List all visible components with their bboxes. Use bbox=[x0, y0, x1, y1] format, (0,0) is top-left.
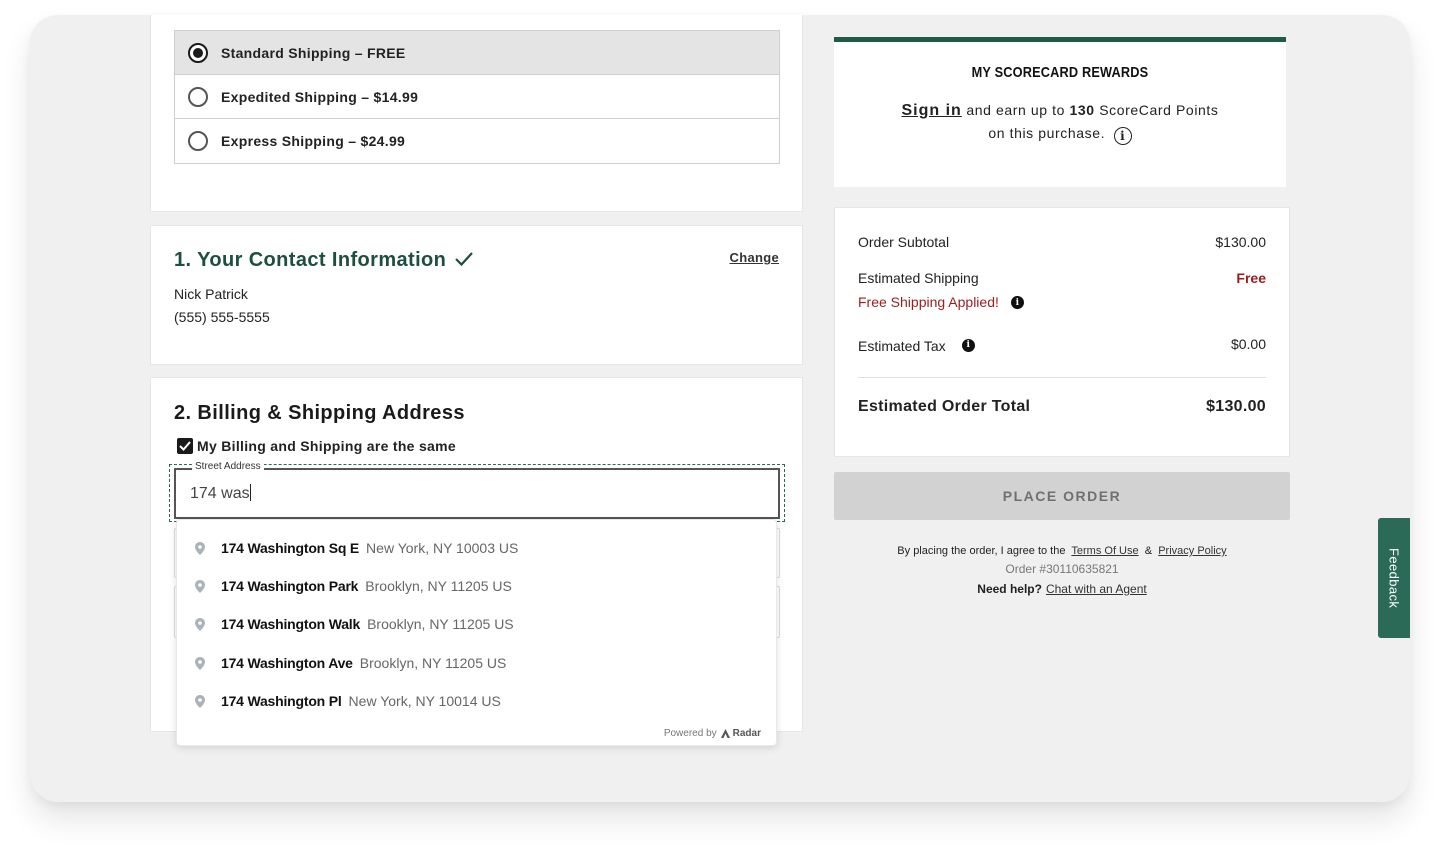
suggestion-street: 174 Washington Walk bbox=[221, 616, 361, 632]
location-pin-icon bbox=[194, 656, 206, 670]
shipping-option-label: Standard Shipping – FREE bbox=[221, 44, 406, 61]
suggestion-street: 174 Washington Pl bbox=[221, 693, 342, 709]
rewards-points-text: ScoreCard Points bbox=[1099, 102, 1219, 118]
shipping-option-standard[interactable]: Standard Shipping – FREE bbox=[175, 31, 779, 75]
same-address-label: My Billing and Shipping are the same bbox=[197, 438, 456, 454]
shipping-options: Standard Shipping – FREE Expedited Shipp… bbox=[174, 30, 780, 164]
address-autocomplete-dropdown: 174 Washington Sq E New York, NY 10003 U… bbox=[176, 519, 777, 746]
rewards-earn-text: and earn up to bbox=[966, 102, 1066, 118]
shipping-option-expedited[interactable]: Expedited Shipping – $14.99 bbox=[175, 75, 779, 119]
suggestion-city: New York, NY 10014 US bbox=[348, 693, 501, 709]
place-order-button[interactable]: PLACE ORDER bbox=[834, 472, 1290, 520]
street-address-value: 174 was bbox=[190, 485, 250, 502]
subtotal-label: Order Subtotal bbox=[858, 234, 950, 250]
total-label: Estimated Order Total bbox=[858, 398, 1031, 415]
summary-divider bbox=[858, 377, 1266, 378]
contact-section-title: 1. Your Contact Information bbox=[174, 249, 474, 273]
street-address-input[interactable]: 174 was bbox=[190, 484, 750, 503]
subtotal-value: $130.00 bbox=[1215, 234, 1266, 250]
order-summary-panel: Order Subtotal $130.00 Estimated Shippin… bbox=[834, 207, 1290, 457]
privacy-policy-link[interactable]: Privacy Policy bbox=[1158, 545, 1226, 557]
street-address-field[interactable]: Street Address 174 was bbox=[174, 461, 780, 519]
powered-by-radar: Powered by Radar bbox=[664, 728, 761, 739]
contact-title-text: 1. Your Contact Information bbox=[174, 249, 447, 271]
contact-name: Nick Patrick bbox=[174, 286, 248, 302]
radio-unselected[interactable] bbox=[188, 86, 208, 107]
suggestion-street: 174 Washington Ave bbox=[221, 655, 353, 671]
rewards-title: MY SCORECARD REWARDS bbox=[971, 64, 1149, 81]
ampersand: & bbox=[1144, 545, 1153, 557]
billing-section-title: 2. Billing & Shipping Address bbox=[174, 402, 465, 424]
location-pin-icon bbox=[194, 694, 206, 708]
shipping-option-label: Express Shipping – $24.99 bbox=[221, 133, 406, 149]
suggestion-city: Brooklyn, NY 11205 US bbox=[359, 655, 507, 671]
agree-text: By placing the order, I agree to the bbox=[897, 545, 1066, 557]
terms-agreement: By placing the order, I agree to the Ter… bbox=[834, 545, 1290, 557]
rewards-points: 130 bbox=[1069, 102, 1095, 118]
free-shipping-row: Free Shipping Applied! i bbox=[858, 294, 1266, 310]
checkout-page: Standard Shipping – FREE Expedited Shipp… bbox=[30, 15, 1410, 802]
sign-in-link[interactable]: Sign in bbox=[901, 102, 961, 119]
feedback-tab[interactable]: Feedback bbox=[1378, 518, 1410, 638]
tax-label: Estimated Tax bbox=[858, 338, 946, 354]
change-contact-link[interactable]: Change bbox=[730, 250, 779, 265]
suggestion-item[interactable]: 174 Washington Park Brooklyn, NY 11205 U… bbox=[177, 568, 776, 604]
street-address-label: Street Address bbox=[192, 461, 264, 472]
rewards-text-line-1: Sign in and earn up to 130 ScoreCard Poi… bbox=[834, 102, 1286, 120]
info-icon[interactable]: i bbox=[1113, 127, 1132, 145]
shipping-option-label: Expedited Shipping – $14.99 bbox=[221, 88, 419, 105]
terms-of-use-link[interactable]: Terms Of Use bbox=[1071, 545, 1138, 557]
rewards-purchase-text: on this purchase. bbox=[988, 125, 1106, 141]
subtotal-row: Order Subtotal $130.00 bbox=[858, 234, 1266, 250]
rewards-text-line-2: on this purchase. i bbox=[834, 125, 1286, 145]
radio-selected[interactable] bbox=[188, 42, 208, 63]
location-pin-icon bbox=[194, 541, 206, 555]
scorecard-rewards-panel: MY SCORECARD REWARDS Sign in and earn up… bbox=[834, 37, 1286, 187]
shipping-row: Estimated Shipping Free bbox=[858, 270, 1266, 286]
radar-brand: Radar bbox=[732, 728, 761, 739]
total-value: $130.00 bbox=[1206, 398, 1266, 415]
tax-row: Estimated Tax i $0.00 bbox=[858, 336, 1266, 354]
powered-by-text: Powered by bbox=[663, 728, 717, 739]
location-pin-icon bbox=[194, 579, 206, 593]
suggestion-city: Brooklyn, NY 11205 US bbox=[367, 616, 514, 632]
need-help-label: Need help? bbox=[977, 582, 1042, 596]
suggestion-item[interactable]: 174 Washington Ave Brooklyn, NY 11205 US bbox=[177, 645, 776, 681]
suggestion-street: 174 Washington Sq E bbox=[221, 540, 360, 556]
location-pin-icon bbox=[194, 617, 206, 631]
shipping-method-panel: Standard Shipping – FREE Expedited Shipp… bbox=[150, 15, 803, 212]
info-icon[interactable]: i bbox=[961, 338, 975, 352]
order-number: Order #30110635821 bbox=[1005, 562, 1119, 576]
suggestion-item[interactable]: 174 Washington Walk Brooklyn, NY 11205 U… bbox=[177, 606, 776, 642]
shipping-value: Free bbox=[1236, 270, 1266, 286]
tax-value: $0.00 bbox=[1230, 336, 1266, 352]
text-caret bbox=[249, 484, 251, 501]
same-address-checkbox-row[interactable]: My Billing and Shipping are the same bbox=[177, 438, 456, 454]
contact-info-panel: 1. Your Contact Information Change Nick … bbox=[150, 225, 803, 365]
suggestion-city: New York, NY 10003 US bbox=[366, 540, 519, 556]
radar-logo-icon bbox=[720, 729, 730, 738]
radio-unselected[interactable] bbox=[188, 131, 208, 151]
contact-phone: (555) 555-5555 bbox=[174, 309, 270, 325]
suggestion-item[interactable]: 174 Washington Pl New York, NY 10014 US bbox=[177, 683, 776, 719]
need-help: Need help? Chat with an Agent bbox=[834, 582, 1290, 596]
tax-label-group: Estimated Tax i bbox=[858, 336, 975, 354]
suggestion-item[interactable]: 174 Washington Sq E New York, NY 10003 U… bbox=[177, 530, 776, 566]
free-shipping-note: Free Shipping Applied! bbox=[858, 294, 999, 310]
suggestion-street: 174 Washington Park bbox=[221, 578, 359, 594]
info-icon[interactable]: i bbox=[1010, 296, 1024, 309]
chat-agent-link[interactable]: Chat with an Agent bbox=[1046, 582, 1147, 596]
total-row: Estimated Order Total $130.00 bbox=[858, 398, 1266, 416]
checkmark-icon bbox=[454, 250, 474, 273]
suggestion-city: Brooklyn, NY 11205 US bbox=[365, 578, 512, 594]
feedback-label: Feedback bbox=[1386, 547, 1402, 609]
checkbox-checked[interactable] bbox=[177, 438, 193, 454]
shipping-label: Estimated Shipping bbox=[858, 270, 979, 286]
shipping-option-express[interactable]: Express Shipping – $24.99 bbox=[175, 119, 779, 163]
